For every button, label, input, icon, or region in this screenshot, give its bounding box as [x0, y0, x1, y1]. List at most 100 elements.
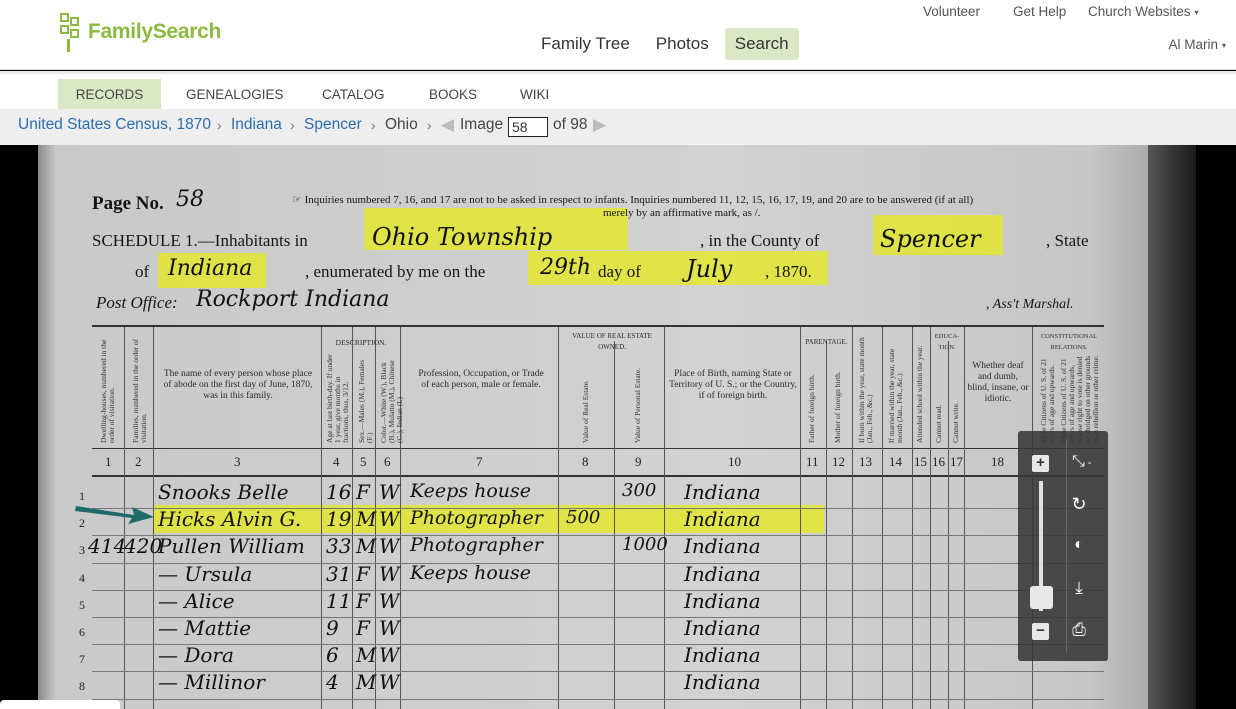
- image-label: Image: [460, 116, 504, 133]
- cell-num: 7: [79, 652, 85, 667]
- zoom-out-button[interactable]: −: [1032, 623, 1049, 640]
- tab-genealogies[interactable]: GENEALOGIES: [166, 79, 304, 110]
- cell-occupation: Keeps house: [410, 561, 532, 584]
- contrast-icon[interactable]: ◐: [1070, 536, 1088, 554]
- row-rule: [92, 698, 1104, 700]
- print-icon[interactable]: ⎙: [1070, 620, 1088, 640]
- county-label: , in the County of: [700, 231, 820, 250]
- get-help-link[interactable]: Get Help: [1013, 4, 1066, 19]
- inquiries-note-line1: ☞ Inquiries numbered 7, 16, and 17 are n…: [292, 194, 974, 206]
- column-number: 1: [105, 454, 112, 469]
- table-top-rule: [92, 325, 1104, 327]
- cell-birthplace: Indiana: [684, 561, 761, 586]
- download-icon[interactable]: ⤓: [1070, 578, 1088, 598]
- month-value: July: [686, 255, 733, 283]
- page-no-value: 58: [176, 187, 204, 212]
- cell-name: — Alice: [158, 588, 235, 613]
- volunteer-link[interactable]: Volunteer: [923, 4, 980, 19]
- cell-name: — Millinor: [158, 670, 265, 695]
- sex-column-header: Sex.—Males (M.), Females (F.): [357, 359, 374, 443]
- cell-color: W: [379, 507, 400, 532]
- image-viewer[interactable]: Page No. 58 ☞ Inquiries numbered 7, 16, …: [0, 145, 1236, 709]
- cell-sex: M: [356, 670, 377, 695]
- breadcrumb-collection[interactable]: United States Census, 1870: [18, 116, 211, 134]
- breadcrumb-separator: ›: [217, 117, 222, 133]
- feedback-tab[interactable]: [0, 700, 120, 709]
- cell-name: Hicks Alvin G.: [158, 507, 302, 532]
- cell-num: 8: [79, 679, 85, 694]
- cell-sex: M: [356, 534, 377, 559]
- breadcrumb-separator: ›: [427, 117, 432, 133]
- toolbar-divider: [1066, 439, 1067, 653]
- vote-denied-column-header: Male Citizens of U. S. of 21 years of ag…: [1059, 355, 1100, 443]
- personal-estate-column-header: Value of Personal Estate.: [633, 368, 642, 443]
- citizens-column-header: Male Citizens of U. S. of 21 years of ag…: [1039, 358, 1056, 443]
- tab-books[interactable]: BOOKS: [409, 79, 497, 110]
- nav-search[interactable]: Search: [724, 28, 799, 60]
- previous-image-icon[interactable]: ◀: [441, 115, 454, 135]
- fit-to-screen-icon[interactable]: ⤡ -: [1072, 453, 1091, 471]
- column-number: 11: [806, 454, 819, 469]
- cell-real-estate: 500: [566, 507, 601, 529]
- cell-sex: F: [356, 561, 370, 586]
- cell-name: — Ursula: [158, 561, 253, 586]
- age-column-header: Age at last birth-day. If under 1 year, …: [325, 354, 350, 443]
- column-number: 9: [635, 454, 642, 469]
- column-divider: [826, 341, 827, 709]
- user-menu[interactable]: Al Marin ▾: [1168, 37, 1226, 52]
- search-subnav: RECORDS GENEALOGIES CATALOG BOOKS WIKI: [0, 71, 1236, 110]
- column-divider: [321, 327, 322, 709]
- tab-wiki[interactable]: WIKI: [500, 79, 569, 110]
- next-image-icon[interactable]: ▶: [593, 115, 606, 135]
- born-within-year-column-header: If born within the year, state month (Ja…: [857, 337, 874, 443]
- cell-sex: F: [356, 616, 370, 640]
- father-foreign-column-header: Father of foreign birth.: [807, 374, 816, 443]
- tab-catalog[interactable]: CATALOG: [302, 79, 405, 110]
- zoom-slider-thumb[interactable]: [1030, 586, 1053, 609]
- cannot-read-column-header: Cannot read.: [934, 404, 943, 443]
- post-office-label: Post Office:: [96, 293, 178, 312]
- rotate-icon[interactable]: ↻: [1070, 494, 1088, 515]
- row-rule: [92, 644, 1104, 646]
- nav-family-tree[interactable]: Family Tree: [531, 28, 640, 60]
- cell-color: W: [379, 616, 400, 640]
- married-within-year-column-header: If married within the year, state month …: [887, 348, 904, 443]
- inquiries-note-line2: merely by an affirmative mark, as /.: [603, 207, 761, 219]
- column-number: 14: [889, 454, 902, 469]
- column-number: 4: [333, 454, 340, 469]
- breadcrumb-state[interactable]: Indiana: [231, 116, 282, 134]
- column-number: 16: [932, 454, 945, 469]
- zoom-in-button[interactable]: +: [1032, 455, 1049, 472]
- colnum-bottom-rule: [92, 475, 1104, 477]
- church-websites-menu[interactable]: Church Websites ▾: [1088, 4, 1199, 19]
- church-websites-label: Church Websites: [1088, 4, 1191, 19]
- mother-foreign-column-header: Mother of foreign birth.: [833, 371, 842, 443]
- breadcrumb-township: Ohio: [385, 116, 418, 133]
- cell-birthplace: Indiana: [684, 616, 761, 640]
- breadcrumb: United States Census, 1870 › Indiana › S…: [0, 109, 1236, 145]
- main-nav: Family Tree Photos Search: [531, 28, 805, 60]
- occupation-column-header: Profession, Occupation, or Trade of each…: [418, 369, 544, 390]
- chevron-down-icon: ▾: [1221, 40, 1226, 50]
- column-divider: [882, 327, 883, 709]
- image-number-input[interactable]: 58: [508, 117, 548, 137]
- nav-photos[interactable]: Photos: [646, 28, 719, 60]
- tab-records[interactable]: RECORDS: [58, 79, 161, 110]
- cell-personal-estate: 300: [622, 480, 657, 501]
- color-column-header: Color.—White (W.), Black (B.), Mulatto (…: [379, 360, 404, 443]
- cell-age: 11: [326, 588, 352, 613]
- column-number: 15: [914, 454, 927, 469]
- year-label: , 1870.: [765, 262, 812, 281]
- cell-num: 3: [79, 543, 85, 558]
- utility-nav: Volunteer Get Help Church Websites ▾: [0, 4, 1236, 22]
- fit-minus: -: [1087, 457, 1092, 469]
- breadcrumb-separator: ›: [290, 117, 295, 133]
- schedule-label: SCHEDULE 1.—Inhabitants in: [92, 231, 308, 250]
- column-divider: [352, 327, 353, 709]
- cell-age: 33: [326, 534, 352, 559]
- state-value: Indiana: [168, 256, 253, 281]
- breadcrumb-county[interactable]: Spencer: [304, 116, 362, 134]
- birthplace-column-header: Place of Birth, naming State or Territor…: [669, 369, 797, 401]
- cell-birthplace: Indiana: [684, 643, 761, 668]
- cell-occupation: Keeps house: [410, 480, 532, 502]
